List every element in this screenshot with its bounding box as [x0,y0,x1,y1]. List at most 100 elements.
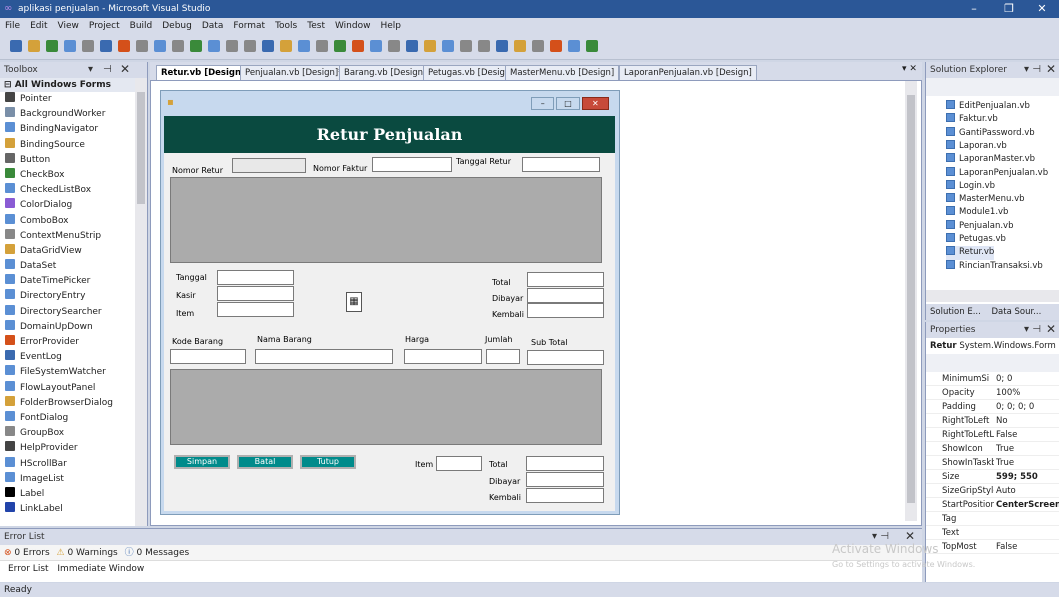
kasir-field[interactable] [217,286,294,301]
tanggal-retur-field[interactable] [522,157,600,172]
toolbox-item[interactable]: BindingSource [0,137,124,153]
harga-field[interactable] [404,349,482,364]
close-button[interactable]: ✕ [1028,0,1056,18]
property-row[interactable]: RightToLeftL False [926,428,1059,442]
property-row[interactable]: RightToLeft No [926,414,1059,428]
toolbar-button-icon[interactable] [568,40,580,52]
toolbox-item[interactable]: CheckBox [0,167,124,183]
property-value[interactable]: Auto [994,484,1059,498]
toolbar-button-icon[interactable] [226,40,238,52]
solution-file-item[interactable]: RincianTransaksi.vb [946,259,1043,273]
tab-data-sources[interactable]: Data Sour... [992,307,1042,317]
toolbox-item[interactable]: FlowLayoutPanel [0,380,124,396]
toolbox-item[interactable]: DateTimePicker [0,274,124,289]
menu-tools[interactable]: Tools [270,18,302,34]
toolbox-item[interactable]: DataSet [0,259,124,274]
retur-datagrid[interactable] [170,177,602,263]
designer-scrollbar[interactable] [905,81,917,521]
toolbox-scrollbar[interactable] [135,78,147,526]
property-value[interactable]: No [994,414,1059,428]
menu-file[interactable]: File [0,18,25,34]
tab-barang[interactable]: Barang.vb [Design] [339,65,432,80]
solution-file-item[interactable]: Faktur.vb [946,113,998,126]
solution-file-item[interactable]: Petugas.vb [946,233,1006,246]
jumlah-field[interactable] [486,349,520,364]
minimize-button[interactable]: – [960,0,988,18]
solution-file-item[interactable]: Login.vb [946,179,995,193]
toolbar-button-icon[interactable] [442,40,454,52]
total-field[interactable] [527,272,604,287]
toolbox-item[interactable]: ContextMenuStrip [0,228,124,244]
kembali-field[interactable] [527,303,604,318]
toolbox-item[interactable]: ColorDialog [0,198,124,213]
property-value[interactable]: False [994,428,1059,442]
toolbox-item[interactable]: DirectoryEntry [0,289,124,304]
solution-file-item[interactable]: Module1.vb [946,206,1008,219]
dropdown-icon[interactable]: ▾ [88,62,93,78]
form-close-button[interactable]: ✕ [581,97,609,110]
menu-edit[interactable]: Edit [25,18,52,34]
property-value[interactable]: False [994,540,1059,554]
toolbox-item[interactable]: HScrollBar [0,456,124,472]
solution-file-item[interactable]: Laporan.vb [946,139,1007,153]
toolbar-button-icon[interactable] [388,40,400,52]
toolbar-button-icon[interactable] [172,40,184,52]
toolbar-button-icon[interactable] [262,40,274,52]
toolbar-button-icon[interactable] [136,40,148,52]
toolbar-button-icon[interactable] [82,40,94,52]
toolbox-item[interactable]: HelpProvider [0,441,124,456]
property-row[interactable]: ShowIcon True [926,442,1059,456]
dibayar-bottom-field[interactable] [526,472,604,487]
properties-object-selector[interactable]: Retur System.Windows.Form [926,338,1059,354]
toolbox-scroll-thumb[interactable] [137,92,145,204]
toolbar-button-icon[interactable] [586,40,598,52]
toolbar-button-icon[interactable] [190,40,202,52]
designer-scroll-thumb[interactable] [907,95,915,503]
nama-barang-field[interactable] [255,349,393,364]
property-value[interactable]: 100% [994,386,1059,400]
solution-file-item[interactable]: Retur.vb [946,246,995,260]
menu-view[interactable]: View [53,18,84,34]
properties-close-icon[interactable]: ✕ [1046,321,1056,337]
tab-error-list[interactable]: Error List [8,564,49,574]
property-value[interactable]: 0; 0 [994,372,1059,386]
solution-file-item[interactable]: LaporanMaster.vb [946,153,1035,166]
total-bottom-field[interactable] [526,456,604,471]
property-row[interactable]: MinimumSi 0; 0 [926,372,1059,386]
property-row[interactable]: TopMost False [926,540,1059,554]
tab-laporanpenjualan[interactable]: LaporanPenjualan.vb [Design] [619,65,757,80]
tab-mastermenu[interactable]: MasterMenu.vb [Design] [505,65,620,80]
property-row[interactable]: StartPosition CenterScreen [926,498,1059,512]
form-minimize-button[interactable]: – [531,97,555,110]
property-row[interactable]: Padding 0; 0; 0; 0 [926,400,1059,414]
toolbar-button-icon[interactable] [244,40,256,52]
toolbox-item[interactable]: ErrorProvider [0,335,124,350]
menu-help[interactable]: Help [375,18,406,34]
property-value[interactable]: CenterScreen [994,498,1059,512]
item-bottom-field[interactable] [436,456,482,471]
form-maximize-button[interactable]: □ [556,97,580,110]
solution-file-item[interactable]: LaporanPenjualan.vb [946,166,1048,180]
toolbox-item[interactable]: EventLog [0,350,124,365]
tab-solution-explorer[interactable]: Solution E... [930,307,981,317]
toolbox-item[interactable]: Label [0,486,124,502]
toolbar-button-icon[interactable] [316,40,328,52]
toolbar-button-icon[interactable] [154,40,166,52]
toolbar-button-icon[interactable] [406,40,418,52]
toolbox-item[interactable]: GroupBox [0,426,124,441]
property-row[interactable]: Opacity 100% [926,386,1059,400]
item-field[interactable] [217,302,294,317]
toolbar-button-icon[interactable] [478,40,490,52]
property-row[interactable]: ShowInTaskb True [926,456,1059,470]
toolbox-item[interactable]: DataGridView [0,243,124,259]
property-value[interactable]: 0; 0; 0; 0 [994,400,1059,414]
menu-window[interactable]: Window [330,18,376,34]
toolbar-button-icon[interactable] [550,40,562,52]
calculator-icon[interactable]: ▦ [346,292,362,312]
toolbox-item[interactable]: ImageList [0,471,124,487]
toolbar-button-icon[interactable] [46,40,58,52]
toolbar-button-icon[interactable] [118,40,130,52]
tab-penjualan[interactable]: Penjualan.vb [Design]* [240,65,348,80]
toolbar-button-icon[interactable] [514,40,526,52]
toolbox-item[interactable]: FolderBrowserDialog [0,395,124,411]
